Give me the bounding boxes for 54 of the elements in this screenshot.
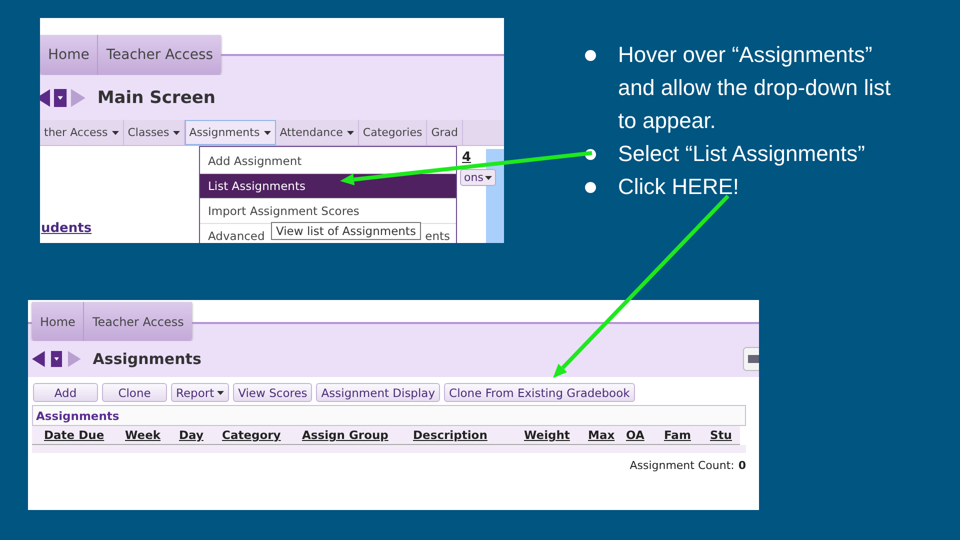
count-value: 0 (738, 459, 746, 472)
toolbar-button[interactable]: Add (33, 383, 98, 402)
history-dropdown-icon[interactable] (50, 351, 62, 367)
column-header[interactable]: Weight (524, 428, 588, 442)
back-arrow-icon[interactable] (32, 351, 45, 367)
menu-item[interactable]: ther Access (40, 120, 124, 145)
caret-icon (217, 390, 224, 394)
dropdown-item-label: List Assignments (208, 179, 306, 193)
column-header[interactable]: Fam (664, 428, 710, 442)
column-header[interactable]: Week (125, 428, 179, 442)
page-title: Main Screen (97, 88, 216, 108)
caret-icon (485, 176, 492, 180)
page-title: Assignments (92, 350, 202, 368)
column-header[interactable]: Category (222, 428, 302, 442)
dropdown-item-label: Advanced (208, 229, 265, 243)
nav-tab[interactable]: Teacher Access (98, 35, 222, 75)
menu-item[interactable]: Categories (358, 120, 428, 145)
column-header[interactable]: OA (626, 428, 664, 442)
bullet-text: Click HERE! (618, 173, 740, 201)
dropdown-item-label: ents (425, 229, 450, 243)
caret-icon (346, 130, 354, 134)
bullet-dot (585, 50, 596, 61)
column-header[interactable]: Day (179, 428, 222, 442)
menu-item[interactable]: Assignments (185, 120, 276, 145)
caret-icon (264, 130, 271, 134)
dropdown-item-label: Import Assignment Scores (208, 204, 360, 218)
bullet-text: Hover over “Assignments” and allow the drop-down list to appear. (618, 41, 892, 135)
column-header: 4 (462, 150, 472, 165)
caret-icon (112, 130, 119, 134)
bullet-dot (585, 182, 596, 193)
students-link[interactable]: udents (41, 221, 92, 236)
toolbar-button[interactable]: Assignment Display (316, 383, 440, 402)
count-label: Assignment Count: (630, 459, 734, 472)
dropdown-item[interactable]: List Assignments (200, 174, 456, 199)
toolbar-button[interactable]: Report (171, 383, 230, 402)
toolbar-button[interactable]: Clone From Existing Gradebook (444, 383, 635, 402)
column-header[interactable]: Stu (710, 428, 750, 442)
menu-item[interactable]: Attendance (276, 120, 359, 145)
column-header[interactable]: Date Due (44, 428, 125, 442)
nav-tab[interactable]: Teacher Access (84, 302, 192, 341)
toolbar-button[interactable]: Clone (102, 383, 167, 402)
caret-icon (173, 130, 180, 134)
column-header[interactable]: Max (588, 428, 626, 442)
column-header[interactable]: Assign Group (302, 428, 413, 442)
column-header[interactable]: Description (413, 428, 524, 442)
history-dropdown-icon[interactable] (54, 88, 67, 106)
bullet-text: Select “List Assignments” (618, 140, 866, 168)
back-arrow-icon[interactable] (40, 88, 50, 106)
toolbar-button[interactable]: View Scores (233, 383, 312, 402)
menu-item[interactable]: Grad (427, 120, 463, 145)
options-button[interactable]: ons (460, 169, 496, 186)
tooltip: View list of Assignments (271, 222, 421, 240)
dropdown-item-label: Add Assignment (208, 154, 302, 168)
panel-header: Assignments (32, 405, 746, 426)
